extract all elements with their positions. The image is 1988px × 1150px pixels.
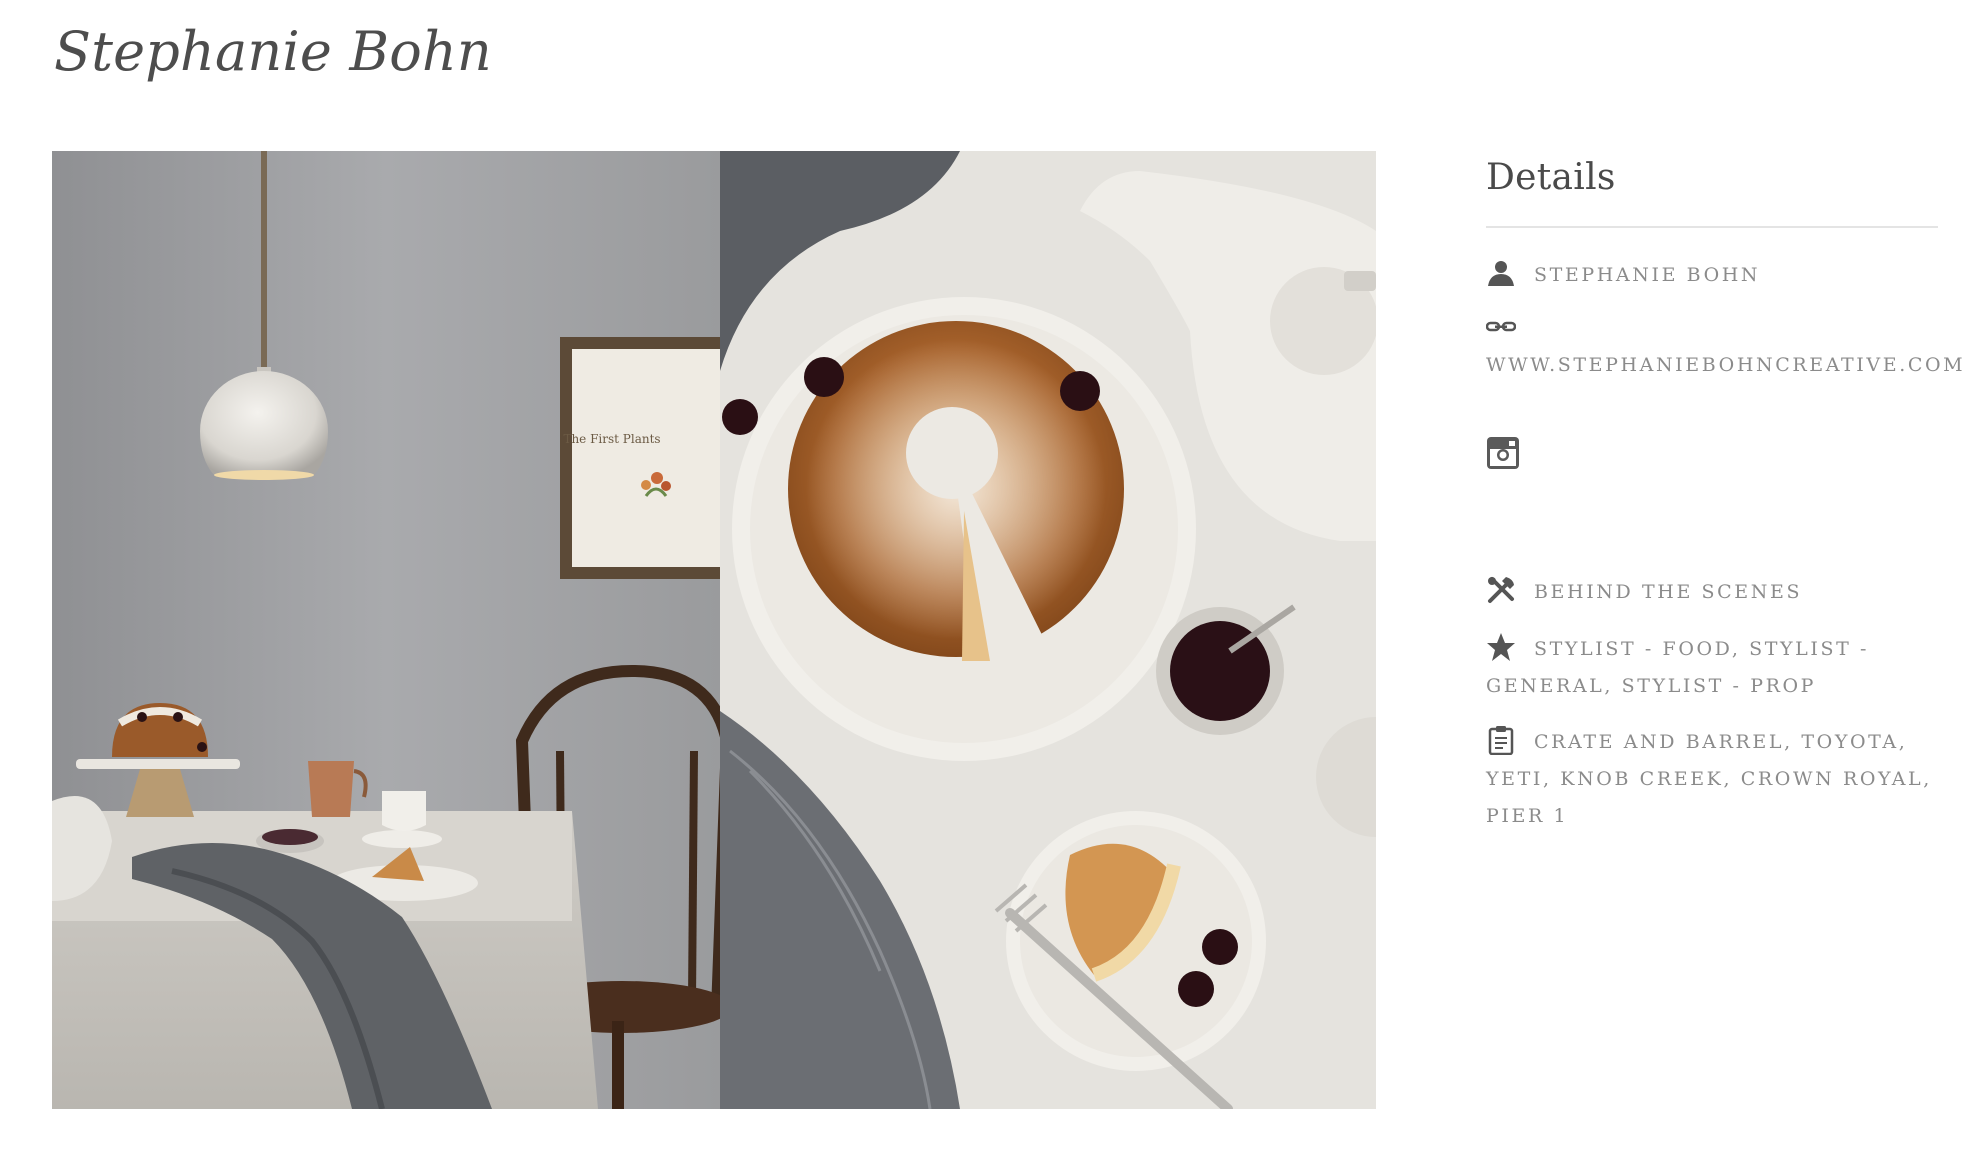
role-separator: , — [1604, 675, 1622, 697]
client-separator: , — [1923, 768, 1932, 790]
details-panel: Details — [1486, 151, 1938, 228]
website-link[interactable]: WWW.STEPHANIEBOHNCREATIVE.COM — [1486, 354, 1965, 376]
photo-dining-room[interactable]: The First Plants — [52, 151, 720, 1109]
star-icon — [1486, 632, 1516, 662]
artist-row: STEPHANIE BOHN — [1486, 257, 1938, 294]
dining-room-illustration: The First Plants — [52, 151, 720, 1109]
details-heading: Details — [1486, 157, 1616, 198]
social-row — [1486, 437, 1938, 474]
client-separator: , — [1543, 768, 1561, 790]
website-row-url: WWW.STEPHANIEBOHNCREATIVE.COM — [1486, 347, 1963, 384]
client-link[interactable]: CROWN ROYAL — [1741, 768, 1924, 790]
role-link[interactable]: STYLIST - PROP — [1622, 675, 1816, 697]
category-link[interactable]: BEHIND THE SCENES — [1534, 581, 1802, 603]
website-row — [1486, 310, 1938, 347]
client-link[interactable]: YETI — [1486, 768, 1543, 790]
client-separator: , — [1723, 768, 1741, 790]
tools-icon — [1486, 575, 1516, 605]
person-icon — [1486, 258, 1516, 288]
framed-print-text: The First Plants — [563, 432, 660, 446]
client-link[interactable]: PIER 1 — [1486, 805, 1568, 827]
artist-link[interactable]: STEPHANIE BOHN — [1534, 264, 1760, 286]
overhead-cake-illustration — [720, 151, 1376, 1109]
role-separator: , — [1731, 638, 1750, 660]
instagram-icon[interactable] — [1486, 436, 1520, 470]
client-separator: , — [1784, 731, 1802, 753]
clipboard-icon — [1486, 725, 1516, 755]
page-title: Stephanie Bohn — [54, 20, 492, 83]
details-divider — [1486, 226, 1938, 228]
photo-overhead-cake[interactable] — [720, 151, 1376, 1109]
client-separator: , — [1898, 731, 1908, 753]
category-row: BEHIND THE SCENES — [1486, 574, 1938, 611]
client-link[interactable]: CRATE AND BARREL — [1534, 731, 1784, 753]
roles-row: STYLIST - FOOD, STYLIST - GENERAL, STYLI… — [1486, 631, 1938, 705]
client-link[interactable]: TOYOTA — [1801, 731, 1898, 753]
client-link[interactable]: KNOB CREEK — [1560, 768, 1723, 790]
role-link[interactable]: STYLIST - FOOD — [1534, 638, 1732, 660]
photo-gallery: The First Plants — [52, 151, 1376, 1109]
clients-row: CRATE AND BARREL, TOYOTA, YETI, KNOB CRE… — [1486, 724, 1946, 835]
link-icon — [1486, 311, 1516, 341]
